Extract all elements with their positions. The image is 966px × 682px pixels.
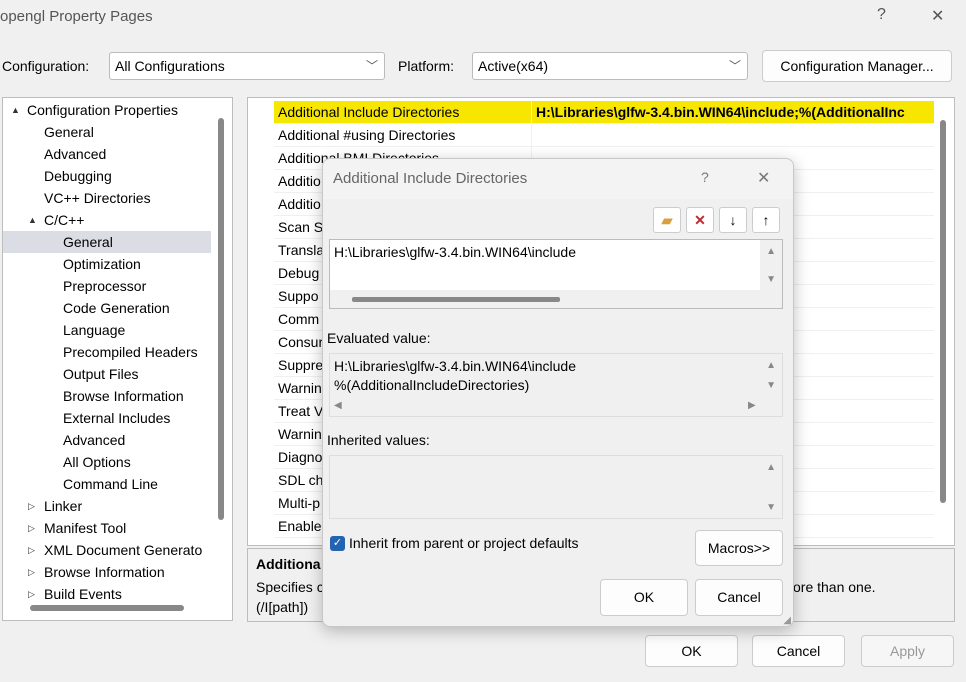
- tree-item-label: Build Events: [44, 586, 122, 602]
- resize-grip-icon[interactable]: ◢: [783, 615, 791, 626]
- ok-button[interactable]: OK: [645, 635, 738, 667]
- window-title: opengl Property Pages: [0, 8, 153, 25]
- expander-icon[interactable]: ▲: [28, 209, 37, 231]
- evaluated-line: %(AdditionalIncludeDirectories): [334, 377, 530, 393]
- tree-item-label: Output Files: [63, 366, 139, 382]
- cancel-button[interactable]: Cancel: [752, 635, 845, 667]
- platform-label: Platform:: [398, 58, 455, 74]
- chevron-down-icon: ﹀: [728, 59, 741, 73]
- tree-item-label: Debugging: [44, 168, 112, 184]
- description-title: Additiona: [256, 556, 321, 572]
- tree-item-label: XML Document Generato: [44, 542, 203, 558]
- tree-item-label: General: [63, 234, 113, 250]
- scroll-right-icon[interactable]: ▶: [748, 400, 756, 411]
- chevron-down-icon: ﹀: [365, 59, 378, 73]
- tree-item-label: All Options: [63, 454, 131, 470]
- scroll-up-icon[interactable]: ▲: [766, 246, 776, 257]
- tree-vscrollbar[interactable]: [218, 118, 224, 520]
- expander-icon[interactable]: ▷: [28, 539, 35, 561]
- tree-item-label: Browse Information: [63, 388, 184, 404]
- tree-item-label: Manifest Tool: [44, 520, 127, 536]
- tree-item-label: External Includes: [63, 410, 171, 426]
- scroll-down-icon[interactable]: ▼: [766, 380, 776, 391]
- description-text-end: ore than one.: [793, 579, 876, 595]
- scroll-up-icon[interactable]: ▲: [766, 360, 776, 371]
- evaluated-value-box: H:\Libraries\glfw-3.4.bin.WIN64\include …: [329, 353, 783, 417]
- move-down-icon[interactable]: ↓: [719, 207, 747, 233]
- scroll-left-icon[interactable]: ◀: [334, 400, 342, 411]
- platform-select[interactable]: Active(x64) ﹀: [472, 52, 748, 80]
- tree-item-label: VC++ Directories: [44, 190, 151, 206]
- description-text: Specifies c: [256, 579, 324, 595]
- directory-entry[interactable]: H:\Libraries\glfw-3.4.bin.WIN64\include: [334, 244, 576, 260]
- tree-hscrollbar[interactable]: [30, 605, 184, 611]
- tree-item-label: General: [44, 124, 94, 140]
- inherit-label[interactable]: Inherit from parent or project defaults: [349, 535, 579, 551]
- grid-vscrollbar[interactable]: [940, 120, 946, 503]
- new-folder-icon[interactable]: ▰: [653, 207, 681, 233]
- configuration-label: Configuration:: [2, 58, 90, 74]
- tree-item-label: Linker: [44, 498, 83, 514]
- configuration-select[interactable]: All Configurations ﹀: [109, 52, 385, 80]
- expander-icon[interactable]: ▷: [28, 583, 35, 605]
- property-row[interactable]: Additional Include Directories H:\Librari…: [274, 101, 934, 124]
- property-tree[interactable]: ▲ Configuration Properties General Advanced…: [2, 97, 233, 621]
- expander-icon[interactable]: ▷: [28, 561, 35, 583]
- scroll-down-icon[interactable]: ▼: [766, 502, 776, 513]
- move-up-icon[interactable]: ↑: [752, 207, 780, 233]
- help-button[interactable]: ?: [877, 6, 886, 24]
- dialog-close-icon[interactable]: ✕: [757, 168, 770, 188]
- property-value[interactable]: [532, 127, 536, 143]
- property-row[interactable]: Additional #using Directories: [274, 124, 934, 147]
- tree-item-label: Configuration Properties: [27, 102, 178, 118]
- directory-list[interactable]: H:\Libraries\glfw-3.4.bin.WIN64\include …: [329, 239, 783, 309]
- tree-item-label: Optimization: [63, 256, 141, 272]
- tree-item-label: Code Generation: [63, 300, 170, 316]
- dialog-ok-button[interactable]: OK: [600, 579, 688, 616]
- scroll-up-icon[interactable]: ▲: [766, 462, 776, 473]
- dialog-cancel-button[interactable]: Cancel: [695, 579, 783, 616]
- include-directories-dialog: Additional Include Directories ? ✕ ▰ ✕ ↓…: [322, 158, 794, 627]
- platform-value: Active(x64): [478, 58, 549, 74]
- inherited-label: Inherited values:: [327, 432, 430, 448]
- tree-item-label: Preprocessor: [63, 278, 147, 294]
- property-name: Additional #using Directories: [274, 124, 532, 146]
- configuration-value: All Configurations: [115, 58, 225, 74]
- tree-item-label: Advanced: [44, 146, 107, 162]
- expander-icon[interactable]: ▲: [11, 99, 20, 121]
- dialog-title: Additional Include Directories: [333, 170, 528, 187]
- apply-button[interactable]: Apply: [861, 635, 954, 667]
- delete-icon[interactable]: ✕: [686, 207, 714, 233]
- expander-icon[interactable]: ▷: [28, 495, 35, 517]
- tree-item-label: Advanced: [63, 432, 126, 448]
- tree-item-label: Command Line: [63, 476, 158, 492]
- evaluated-line: H:\Libraries\glfw-3.4.bin.WIN64\include: [334, 358, 576, 374]
- dialog-titlebar: Additional Include Directories ? ✕: [323, 159, 793, 199]
- evaluated-label: Evaluated value:: [327, 330, 431, 346]
- property-value[interactable]: H:\Libraries\glfw-3.4.bin.WIN64\include;…: [532, 104, 905, 120]
- close-icon[interactable]: ✕: [931, 6, 944, 26]
- tree-item-label: C/C++: [44, 212, 85, 228]
- macros-button[interactable]: Macros>>: [695, 530, 783, 566]
- tree-item-label: Precompiled Headers: [63, 344, 198, 360]
- directory-hscrollbar[interactable]: [352, 297, 560, 302]
- description-switch: (/I[path]): [256, 599, 309, 615]
- property-name: Additional Include Directories: [274, 101, 532, 123]
- configuration-manager-button[interactable]: Configuration Manager...: [762, 50, 952, 82]
- tree-item-label: Language: [63, 322, 126, 338]
- dialog-help-button[interactable]: ?: [701, 169, 709, 185]
- inherited-values-box: ▲ ▼: [329, 455, 783, 519]
- expander-icon[interactable]: ▷: [28, 517, 35, 539]
- tree-item-label: Browse Information: [44, 564, 165, 580]
- inherit-checkbox[interactable]: ✓: [330, 536, 345, 551]
- scroll-down-icon[interactable]: ▼: [766, 274, 776, 285]
- tree-item[interactable]: General: [3, 231, 211, 253]
